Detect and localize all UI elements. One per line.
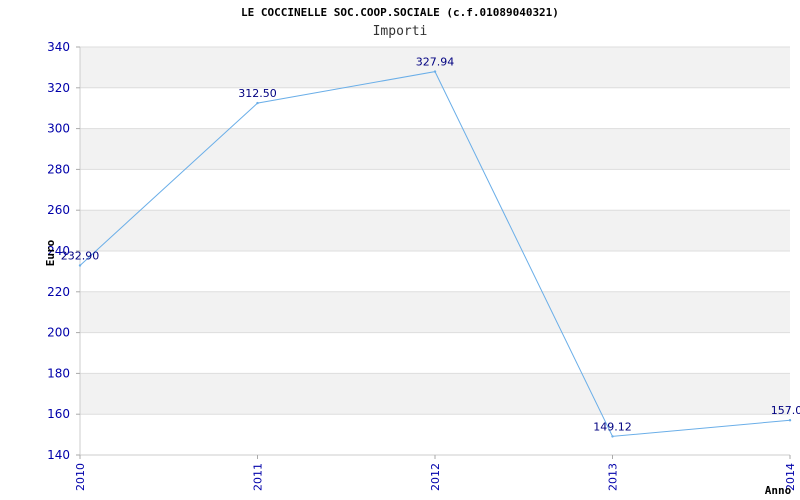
chart: LE COCCINELLE SOC.COOP.SOCIALE (c.f.0108… bbox=[0, 0, 800, 500]
data-label: 232.90 bbox=[61, 249, 100, 262]
x-tick-label: 2011 bbox=[252, 463, 265, 491]
y-tick-label: 200 bbox=[47, 326, 70, 340]
x-tick-label: 2012 bbox=[429, 463, 442, 491]
y-tick-label: 280 bbox=[47, 162, 70, 176]
y-axis-label: Euro bbox=[44, 239, 57, 266]
y-tick-label: 140 bbox=[47, 448, 70, 462]
data-label: 157.04 bbox=[771, 404, 800, 417]
grid-band bbox=[80, 291, 790, 333]
data-label: 327.94 bbox=[416, 56, 455, 69]
grid-band bbox=[80, 128, 790, 170]
data-label: 149.12 bbox=[593, 420, 632, 433]
y-tick-label: 340 bbox=[47, 40, 70, 54]
x-tick-label: 2013 bbox=[607, 463, 620, 491]
grid-band bbox=[80, 373, 790, 415]
grid-band bbox=[80, 210, 790, 251]
data-label: 312.50 bbox=[238, 87, 277, 100]
data-point bbox=[256, 101, 259, 105]
data-point bbox=[78, 264, 82, 267]
y-tick-label: 260 bbox=[47, 203, 70, 217]
y-tick-label: 220 bbox=[47, 285, 70, 299]
data-point bbox=[433, 70, 437, 73]
data-point bbox=[788, 419, 792, 422]
x-axis-label: Anno bbox=[765, 484, 792, 497]
line-plot: 1401601802002202402602803003203402010 201… bbox=[44, 40, 800, 497]
data-point bbox=[611, 435, 614, 438]
y-tick-label: 160 bbox=[47, 407, 70, 421]
x-tick-label: 2010 bbox=[74, 463, 87, 491]
y-tick-label: 320 bbox=[47, 81, 70, 95]
y-tick-label: 180 bbox=[47, 366, 70, 380]
y-tick-label: 300 bbox=[47, 122, 70, 136]
